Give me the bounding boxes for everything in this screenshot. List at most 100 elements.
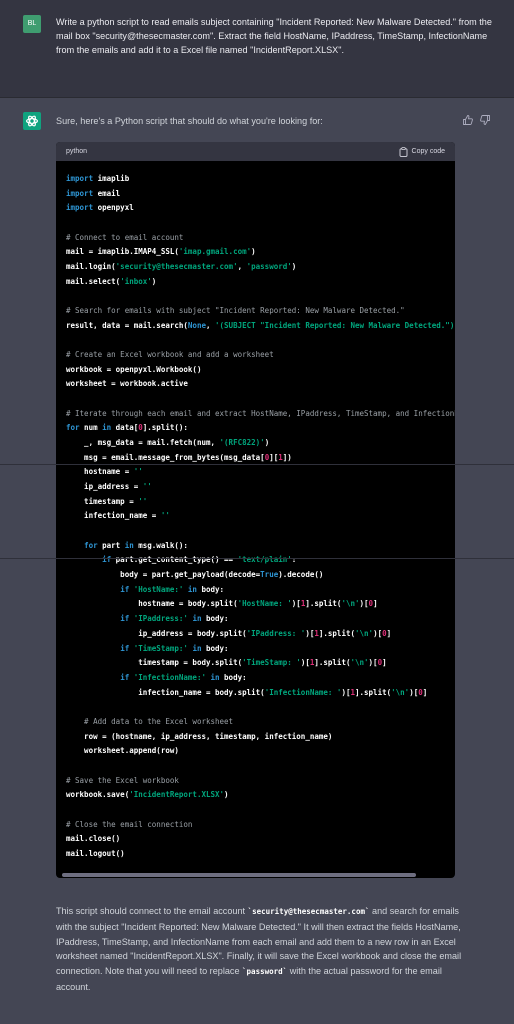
code-token: ] [373,599,378,609]
code-token: ].split( [318,628,355,638]
code-token: body: [201,614,229,624]
code-token: ] [386,628,392,638]
code-token: # Save the Excel workbook [66,775,179,785]
code-token: mail.select( [66,276,121,286]
code-token: ] [422,687,428,697]
code-token: 'security@thesecmaster.com' [115,262,238,272]
code-token: )[ [359,599,369,609]
code-token: ) [151,276,157,286]
code-token: if [102,555,112,565]
code-line: if 'InfectionName:' in body: [66,671,455,686]
code-token: '' [133,467,143,477]
code-token: worksheet = workbook.active [66,379,188,389]
code-token: '\n' [350,658,369,668]
code-token: imaplib [93,174,130,183]
code-token: '' [160,511,170,521]
code-token: )[ [300,658,310,668]
code-line: mail = imaplib.IMAP4_SSL('imap.gmail.com… [66,245,455,260]
code-token: mail.logout() [66,848,125,858]
code-line: import imaplib [66,172,455,187]
code-content: import imaplib import email import openpyx… [56,161,455,862]
user-avatar: BL [23,15,41,33]
code-token: )[ [368,658,378,668]
code-token: infection_name = [66,511,161,521]
openai-logo-icon [25,115,39,127]
code-line: # Add data to the Excel worksheet [66,715,455,730]
code-token: body: [196,584,225,594]
code-line: for num in data[0].split(): [66,421,455,436]
assistant-outro-text: This script should connect to the email … [56,904,462,995]
code-token: 'IPaddress:' [133,614,188,624]
code-token: body: [201,643,229,653]
code-line: hostname = body.split('HostName: ')[1].s… [66,597,455,612]
code-line: _, msg_data = mail.fetch(num, '(RFC822)'… [66,436,455,451]
code-token: '(SUBJECT "Incident Reported: New Malwar… [215,320,455,330]
code-token: 'InfectionName:' [133,672,206,682]
thumbs-down-icon[interactable] [479,113,491,125]
code-line: row = (hostname, ip_address, timestamp, … [66,730,455,745]
code-token: 'HostName: ' [237,599,292,609]
code-token: )[ [291,599,301,609]
code-token: import [66,188,94,198]
code-token: import [66,174,94,183]
assistant-avatar [23,112,41,130]
code-token: body: [219,672,247,682]
thumbs-up-icon[interactable] [462,113,474,125]
code-block-header: python Copy code [56,142,455,161]
copy-code-label: Copy code [411,148,445,155]
code-token: 'TimeStamp: ' [242,658,301,668]
code-line: if part.get_content_type() == 'text/plai… [66,553,455,568]
code-token: if [120,584,130,594]
code-line: timestamp = '' [66,495,455,510]
code-line: worksheet.append(row) [66,744,455,759]
code-horizontal-scrollbar[interactable] [62,873,416,877]
code-token: 'text/plain' [237,555,292,565]
code-token: part [97,540,125,550]
render-seam-line [0,464,514,465]
code-token: timestamp = [66,496,139,506]
code-token: 'password' [246,262,292,272]
code-token: ).decode() [278,570,324,580]
code-line: import openpyxl [66,201,455,216]
code-token: _, msg_data = mail.fetch(num, [66,438,220,448]
copy-code-button[interactable]: Copy code [399,142,445,161]
code-token: ][ [269,452,279,462]
code-token: 'TimeStamp:' [133,643,188,653]
code-block: python Copy code import imaplib import em… [56,142,455,878]
code-token: ].split( [314,658,351,668]
code-line: if 'TimeStamp:' in body: [66,642,455,657]
code-line: # Connect to email account [66,231,455,246]
code-line: if 'IPaddress:' in body: [66,612,455,627]
code-token: mail = imaplib.IMAP4_SSL( [66,247,179,257]
code-line: # Save the Excel workbook [66,774,455,789]
code-line: mail.login('security@thesecmaster.com', … [66,260,455,275]
code-token: in [187,584,197,594]
code-token: if [120,672,130,682]
code-token: )[ [409,687,419,697]
clipboard-icon [399,146,407,157]
inline-code: `security@thesecmaster.com` [247,907,370,916]
code-token: data[ [111,423,139,433]
code-line: workbook.save('IncidentReport.XLSX') [66,788,455,803]
code-token: for [84,540,98,550]
code-token: ].split( [305,599,342,609]
code-token: ) [291,262,297,272]
code-token: # Search for emails with subject "Incide… [66,306,405,316]
code-token: openpyxl [93,203,134,213]
code-token: msg = email.message_from_bytes(msg_data[ [66,452,265,462]
code-line: ip_address = '' [66,480,455,495]
code-token: # Close the email connection [66,819,193,829]
code-token: workbook.save( [66,790,130,800]
code-token: 'IncidentReport.XLSX' [129,790,225,800]
user-message: BL Write a python script to read emails … [0,0,514,98]
code-line: infection_name = '' [66,509,455,524]
